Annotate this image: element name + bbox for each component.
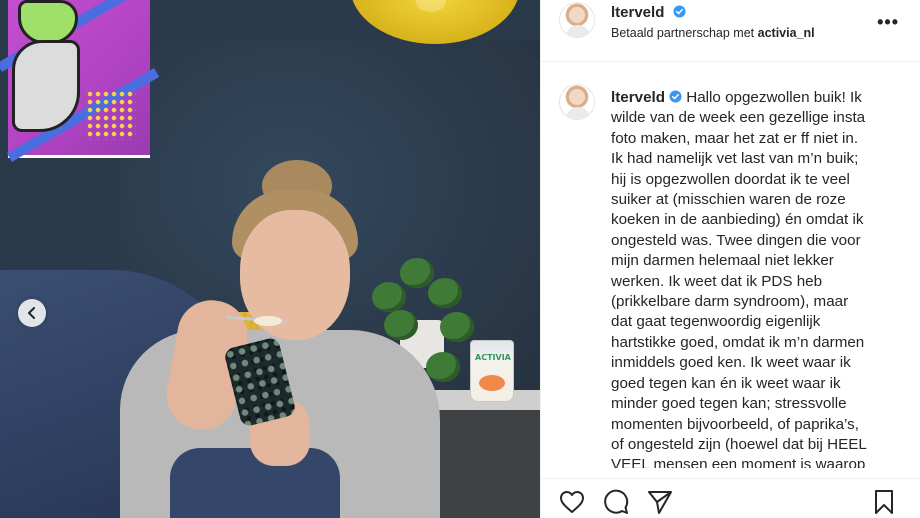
caption-line: VEEL mensen een moment is waarop <box>611 456 866 468</box>
caption-line: foto maken, maar het zat er ff niet in. <box>611 129 859 147</box>
caption-line: inmiddels goed ken. Ik weet waar ik <box>611 354 851 372</box>
action-bar <box>541 478 920 518</box>
plant-leaf <box>426 352 460 382</box>
yogurt-cup: ACTIVIA <box>470 340 514 402</box>
caption-area: lterveld Hallo opgezwollen buik! Ik wild… <box>541 62 920 468</box>
verified-badge-icon <box>669 90 682 103</box>
plant-leaf <box>428 278 462 308</box>
verified-badge-icon <box>673 5 686 18</box>
pendant-lamp <box>350 0 520 44</box>
caption-line: suiker at (misschien waren de roze <box>611 191 846 209</box>
caption-avatar[interactable] <box>559 84 595 120</box>
poster-dots <box>86 90 136 140</box>
paper-plane-icon <box>648 491 672 514</box>
spoon-bowl <box>254 316 282 326</box>
avatar[interactable] <box>559 2 595 38</box>
previous-image-button[interactable] <box>18 299 46 327</box>
wall-poster <box>0 0 160 162</box>
plant-leaf <box>440 312 474 342</box>
caption-line: of ongesteld zijn (hoewel dat bij HEEL <box>611 435 867 453</box>
caption-first-line: lterveld Hallo opgezwollen buik! Ik <box>611 88 911 108</box>
caption-line: momenten bijvoorbeeld, of paprika’s, <box>611 415 859 433</box>
person-jeans-lower <box>170 448 340 518</box>
bookmark-icon <box>875 490 893 514</box>
caption-username[interactable]: lterveld <box>611 89 665 106</box>
poster-shoe <box>12 40 80 132</box>
plant-leaf <box>372 282 406 312</box>
comment-icon <box>604 489 629 514</box>
caption-line: koeken in de aanbieding) én omdat ik <box>611 211 864 229</box>
heart-icon <box>560 491 584 513</box>
post-header: lterveld Betaald partnerschap met activi… <box>541 0 920 62</box>
caption-line: Hallo opgezwollen buik! Ik <box>682 89 862 106</box>
post-photo: ACTIVIA <box>0 0 540 518</box>
caption-line: dat gaat tegenwoordig eigenlijk <box>611 313 821 331</box>
paid-partnership-line: Betaald partnerschap met activia_nl <box>611 26 815 40</box>
like-button[interactable] <box>557 487 587 517</box>
comment-button[interactable] <box>601 487 631 517</box>
plant-leaf <box>384 310 418 340</box>
caption-line: hartstikke goed, omdat ik m’n darmen <box>611 333 865 351</box>
share-button[interactable] <box>645 487 675 517</box>
caption-line: ongesteld was. Twee dingen die voor <box>611 231 861 249</box>
plant-leaf <box>400 258 434 288</box>
caption-line: werken. Ik weet dat ik PDS heb <box>611 272 823 290</box>
header-username[interactable]: lterveld <box>611 4 664 21</box>
caption-line: goed tegen kan én ik weet waar ik <box>611 374 841 392</box>
paid-partnership-label: Betaald partnerschap met <box>611 26 758 40</box>
yogurt-brand-label: ACTIVIA <box>475 353 511 362</box>
chevron-left-icon <box>28 307 35 319</box>
header-user-row: lterveld <box>611 4 686 22</box>
caption-line: mijn darmen helemaal niet lekker <box>611 252 834 270</box>
caption-line: Ik had namelijk vet last van m’n buik; <box>611 150 859 168</box>
post-side-panel: lterveld Betaald partnerschap met activi… <box>540 0 920 518</box>
caption-line: hij is opgezwollen doordat ik te veel <box>611 170 850 188</box>
caption-line: minder goed tegen kan; stressvolle <box>611 395 847 413</box>
caption-line: (prikkelbare darm syndroom), maar <box>611 293 849 311</box>
more-options-button[interactable]: ••• <box>877 12 899 33</box>
poster-shoe-green <box>18 0 78 44</box>
caption-line: wilde van de week een gezellige insta <box>611 109 866 127</box>
partner-link[interactable]: activia_nl <box>758 26 815 40</box>
save-button[interactable] <box>869 487 899 517</box>
caption-text: lterveld Hallo opgezwollen buik! Ik wild… <box>611 88 911 468</box>
